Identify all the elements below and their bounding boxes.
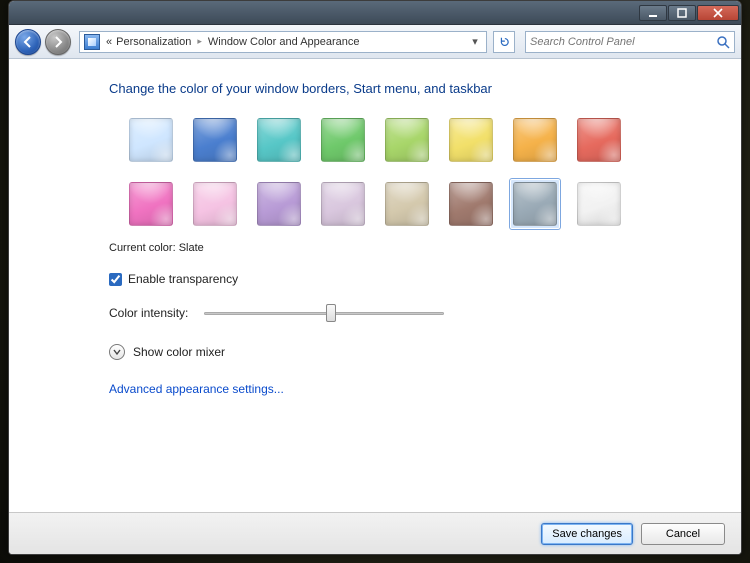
minimize-icon <box>648 8 658 18</box>
current-color-row: Current color: Slate <box>109 242 701 254</box>
intensity-label: Color intensity: <box>109 306 188 320</box>
transparency-row[interactable]: Enable transparency <box>109 272 701 286</box>
maximize-icon <box>677 8 687 18</box>
chevron-right-icon: ▸ <box>197 36 202 47</box>
color-swatch-slate[interactable] <box>509 178 561 230</box>
color-swatch-violet[interactable] <box>253 178 305 230</box>
swatch-fill <box>129 182 173 226</box>
color-swatch-sea[interactable] <box>253 114 305 166</box>
slider-thumb[interactable] <box>326 304 336 322</box>
color-swatch-fuchsia[interactable] <box>125 178 177 230</box>
swatch-fill <box>385 182 429 226</box>
forward-button[interactable] <box>45 29 71 55</box>
swatch-fill <box>577 182 621 226</box>
swatch-fill <box>449 182 493 226</box>
close-icon <box>713 8 723 18</box>
transparency-checkbox[interactable] <box>109 273 122 286</box>
swatch-fill <box>193 182 237 226</box>
color-swatch-twilight[interactable] <box>189 114 241 166</box>
title-bar[interactable] <box>9 1 741 25</box>
swatch-fill <box>257 182 301 226</box>
swatch-fill <box>513 182 557 226</box>
search-input[interactable] <box>530 36 716 48</box>
color-swatch-ruby[interactable] <box>573 114 625 166</box>
color-swatch-frost[interactable] <box>573 178 625 230</box>
swatch-fill <box>321 182 365 226</box>
color-swatch-pumpkin[interactable] <box>509 114 561 166</box>
color-swatch-blush[interactable] <box>189 178 241 230</box>
maximize-button[interactable] <box>668 5 696 21</box>
swatch-fill <box>129 118 173 162</box>
color-swatch-lime[interactable] <box>381 114 433 166</box>
color-swatch-lavender[interactable] <box>317 178 369 230</box>
cancel-button[interactable]: Cancel <box>641 523 725 545</box>
intensity-row: Color intensity: <box>109 304 701 322</box>
breadcrumb-prefix[interactable]: « <box>104 35 114 49</box>
chevron-down-icon <box>113 348 121 356</box>
swatch-fill <box>513 118 557 162</box>
color-mixer-label: Show color mixer <box>133 345 225 359</box>
advanced-settings-link[interactable]: Advanced appearance settings... <box>109 382 284 396</box>
breadcrumb-current[interactable]: Window Color and Appearance <box>206 35 362 49</box>
swatch-fill <box>577 118 621 162</box>
intensity-slider[interactable] <box>204 304 444 322</box>
current-color-value: Slate <box>179 242 204 254</box>
color-swatch-sun[interactable] <box>445 114 497 166</box>
close-button[interactable] <box>697 5 739 21</box>
color-swatch-leaf[interactable] <box>317 114 369 166</box>
search-icon <box>716 35 730 49</box>
transparency-label: Enable transparency <box>128 272 238 286</box>
swatch-fill <box>385 118 429 162</box>
page-title: Change the color of your window borders,… <box>109 81 701 96</box>
footer-bar: Save changes Cancel <box>9 512 741 554</box>
color-swatch-taupe[interactable] <box>381 178 433 230</box>
color-swatch-sky[interactable] <box>125 114 177 166</box>
forward-arrow-icon <box>52 36 64 48</box>
expand-chevron[interactable] <box>109 344 125 360</box>
current-color-label: Current color: <box>109 242 176 254</box>
personalization-icon <box>84 34 100 50</box>
control-panel-window: « Personalization ▸ Window Color and App… <box>8 0 742 555</box>
content-area: Change the color of your window borders,… <box>9 59 741 512</box>
color-mixer-toggle[interactable]: Show color mixer <box>109 344 701 360</box>
refresh-icon <box>498 36 510 48</box>
navigation-bar: « Personalization ▸ Window Color and App… <box>9 25 741 59</box>
swatch-fill <box>193 118 237 162</box>
slider-track <box>204 312 444 315</box>
swatch-fill <box>321 118 365 162</box>
address-dropdown[interactable]: ▾ <box>468 35 482 48</box>
refresh-button[interactable] <box>493 31 515 53</box>
search-box[interactable] <box>525 31 735 53</box>
minimize-button[interactable] <box>639 5 667 21</box>
address-bar[interactable]: « Personalization ▸ Window Color and App… <box>79 31 487 53</box>
back-arrow-icon <box>22 36 34 48</box>
breadcrumb-parent[interactable]: Personalization <box>114 35 193 49</box>
color-swatch-chocolate[interactable] <box>445 178 497 230</box>
swatch-fill <box>449 118 493 162</box>
save-button[interactable]: Save changes <box>541 523 633 545</box>
swatch-fill <box>257 118 301 162</box>
color-swatch-grid <box>125 114 665 230</box>
back-button[interactable] <box>15 29 41 55</box>
